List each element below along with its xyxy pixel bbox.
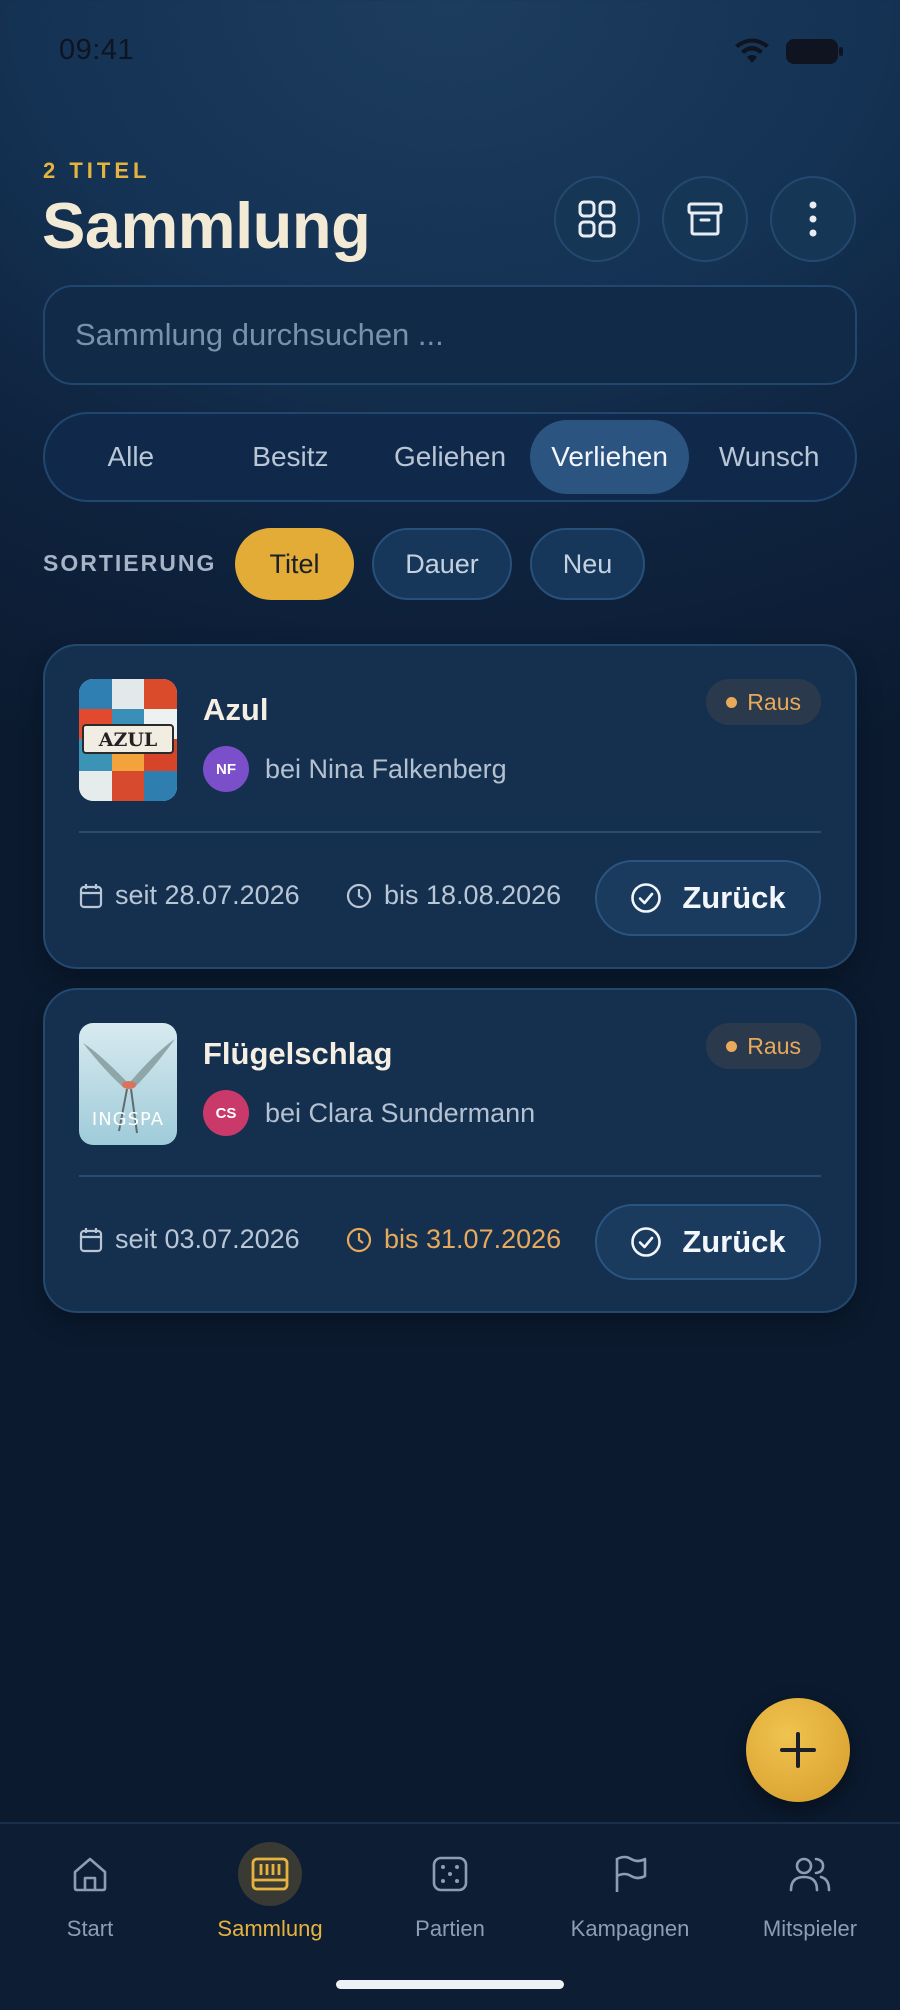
loan-until-overdue: bis 31.07.2026: [346, 1224, 561, 1255]
status-dot-icon: [726, 696, 738, 708]
home-indicator[interactable]: [336, 1980, 564, 1989]
loan-since: seit 28.07.2026: [79, 880, 300, 911]
wifi-icon: [735, 38, 769, 63]
game-cover: INGSPA: [79, 1023, 177, 1145]
more-menu-button[interactable]: [770, 176, 856, 262]
loan-since: seit 03.07.2026: [79, 1224, 300, 1255]
until-date: bis 18.08.2026: [384, 880, 562, 910]
until-date: bis 31.07.2026: [384, 1224, 562, 1254]
avatar: NF: [203, 746, 249, 792]
flag-icon: [615, 1855, 647, 1892]
check-circle-icon: [631, 1227, 662, 1257]
divider: [79, 831, 821, 833]
collection-count: 2 TITEL: [43, 158, 151, 183]
game-title: Azul: [203, 692, 269, 727]
status-icons: [734, 38, 844, 65]
search-field[interactable]: [43, 285, 857, 385]
tab-besitz[interactable]: Besitz: [211, 420, 371, 494]
search-input[interactable]: [45, 287, 855, 383]
since-date: seit 28.07.2026: [115, 880, 300, 910]
nav-label: Mitspieler: [762, 1916, 858, 1941]
users-icon: [789, 1857, 831, 1892]
home-icon: [73, 1857, 107, 1892]
tab-geliehen[interactable]: Geliehen: [370, 420, 530, 494]
shelf-icon: [251, 1857, 289, 1891]
lender-row: CS bei Clara Sundermann: [203, 1090, 535, 1136]
clock-icon: [346, 1227, 372, 1252]
nav-start[interactable]: Start: [0, 1842, 180, 1942]
battery-icon: [786, 39, 843, 64]
return-button-label: Zurück: [682, 1224, 786, 1259]
svg-text:INGSPA: INGSPA: [92, 1109, 164, 1130]
sort-label: SORTIERUNG: [43, 550, 217, 576]
status-badge-label: Raus: [747, 688, 801, 715]
sort-chip-titel[interactable]: Titel: [235, 528, 354, 600]
add-game-button[interactable]: [746, 1698, 850, 1802]
svg-text:AZUL: AZUL: [98, 729, 158, 751]
loan-until: bis 18.08.2026: [346, 880, 561, 911]
loan-card[interactable]: INGSPA Flügelschlag CS bei Clara Sunderm…: [43, 988, 857, 1313]
lender-row: NF bei Nina Falkenberg: [203, 746, 507, 792]
nav-mitspieler[interactable]: Mitspieler: [720, 1842, 900, 1942]
return-button-label: Zurück: [682, 880, 786, 915]
game-title: Flügelschlag: [203, 1036, 393, 1071]
game-cover: AZUL: [79, 679, 177, 801]
tab-verliehen[interactable]: Verliehen: [529, 420, 690, 494]
grid-view-button[interactable]: [554, 176, 640, 262]
return-button[interactable]: Zurück: [595, 1204, 821, 1280]
nav-label: Sammlung: [217, 1916, 323, 1941]
loan-card[interactable]: AZUL Azul NF bei Nina Falkenberg Raus se…: [43, 644, 857, 969]
return-button[interactable]: Zurück: [595, 860, 821, 936]
since-date: seit 03.07.2026: [115, 1224, 300, 1254]
nav-label: Start: [66, 1916, 114, 1941]
tab-wunsch[interactable]: Wunsch: [689, 420, 849, 494]
grid-icon: [578, 200, 616, 238]
archive-button[interactable]: [662, 176, 748, 262]
filter-tabs: Alle Besitz Geliehen Verliehen Wunsch: [43, 412, 857, 502]
more-vertical-icon: [809, 201, 817, 237]
clock-icon: [346, 883, 372, 908]
dice-icon: [432, 1856, 468, 1892]
nav-partien[interactable]: Partien: [360, 1842, 540, 1942]
plus-icon: [780, 1732, 816, 1768]
page-title: Sammlung: [42, 189, 371, 262]
sort-chip-dauer[interactable]: Dauer: [372, 528, 512, 600]
calendar-icon: [79, 883, 103, 908]
lender-name: bei Clara Sundermann: [265, 1097, 536, 1128]
archive-icon: [687, 202, 723, 236]
nav-label: Partien: [415, 1916, 485, 1941]
calendar-icon: [79, 1227, 103, 1252]
nav-kampagnen[interactable]: Kampagnen: [540, 1842, 720, 1942]
divider: [79, 1175, 821, 1177]
tab-alle[interactable]: Alle: [51, 420, 211, 494]
nav-label: Kampagnen: [570, 1916, 690, 1941]
status-badge-label: Raus: [747, 1032, 801, 1059]
nav-sammlung[interactable]: Sammlung: [180, 1842, 360, 1942]
status-badge: Raus: [706, 679, 821, 725]
avatar: CS: [203, 1090, 249, 1136]
check-circle-icon: [631, 883, 662, 913]
sort-chip-neu[interactable]: Neu: [530, 528, 645, 600]
lender-name: bei Nina Falkenberg: [265, 753, 507, 784]
status-badge: Raus: [706, 1023, 821, 1069]
status-time: 09:41: [59, 34, 135, 66]
status-dot-icon: [726, 1040, 738, 1052]
